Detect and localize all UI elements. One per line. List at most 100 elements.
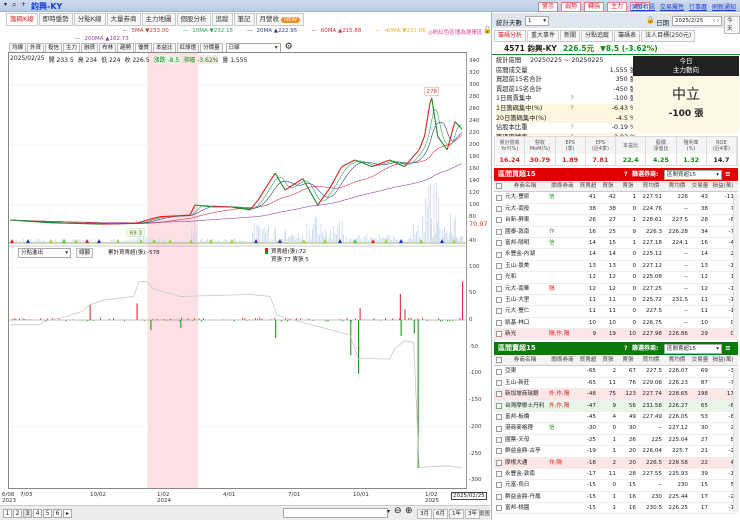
- column-header[interactable]: 賣均價: [664, 355, 690, 365]
- broker-name[interactable]: 新光: [503, 329, 547, 339]
- broker-name[interactable]: 台灣摩根士丹利: [503, 401, 547, 411]
- broker-name[interactable]: 富邦-板橋: [503, 412, 547, 422]
- table-row[interactable]: 光和12120225.08--121: [494, 272, 738, 284]
- top-link[interactable]: 行事曆: [689, 2, 707, 11]
- column-header[interactable]: 賣均價: [664, 181, 690, 191]
- row-checkbox[interactable]: [494, 366, 503, 376]
- range-button[interactable]: 3月: [417, 509, 432, 519]
- table-row[interactable]: 國泰-敦南作 16 25 9 226.3 226.28 34 -7: [494, 227, 738, 238]
- broker-name[interactable]: 亞東: [503, 366, 547, 376]
- buy-table-scrollbar[interactable]: [733, 194, 739, 336]
- row-checkbox[interactable]: [494, 412, 503, 422]
- range-button[interactable]: 3年: [465, 509, 480, 519]
- help-icon[interactable]: [558, 75, 586, 85]
- table-row[interactable]: 台灣摩根士丹利 外,作,隔 -47 9 56 231.58 226.27 65 -6: [494, 400, 738, 412]
- row-checkbox[interactable]: [494, 480, 503, 490]
- selection-band[interactable]: [147, 53, 198, 488]
- row-checkbox[interactable]: [494, 249, 503, 259]
- row-checkbox[interactable]: [494, 204, 503, 214]
- column-header[interactable]: 賣張: [618, 181, 638, 191]
- table-row[interactable]: 元大-南華隔 12 12 0 227.25 -- 12 -1: [494, 284, 738, 295]
- column-header[interactable]: 買均價: [638, 181, 664, 191]
- row-checkbox[interactable]: [494, 215, 503, 225]
- table-row[interactable]: 元大-南投38380224.76--387: [494, 204, 738, 216]
- menu-icon[interactable]: ≡: [725, 342, 731, 355]
- table-row[interactable]: 台新-屏東 26 27 1 228.61 227.5 28 -6: [494, 215, 738, 227]
- help-icon[interactable]: [558, 114, 586, 124]
- table-row[interactable]: 凱基-林口10100226.75--100: [494, 318, 738, 330]
- select-all-checkbox[interactable]: [494, 355, 503, 365]
- total-button[interactable]: 總額: [76, 248, 94, 258]
- broker-name[interactable]: 永豐金-敦南: [503, 469, 547, 479]
- table-row[interactable]: 群益金鼎-古亭 -19 1 20 226.04 225.7 21 -2: [494, 446, 738, 458]
- page-tab[interactable]: 2: [13, 509, 22, 518]
- table-row[interactable]: 新加坡商瑞銀 外,作,隔 -48 75 123 227.74 228.65 198 17: [494, 389, 738, 401]
- row-checkbox[interactable]: [494, 238, 503, 248]
- column-header[interactable]: 賣張: [618, 355, 638, 365]
- broker-name[interactable]: 元大-豐仁: [503, 306, 547, 316]
- column-header[interactable]: 損益(萬): [710, 181, 736, 191]
- symbol-input[interactable]: [283, 508, 388, 518]
- help-icon[interactable]: ?: [558, 94, 586, 104]
- page-tab[interactable]: 6: [53, 509, 62, 518]
- table-row[interactable]: 玉山-新莊 -65 11 76 229.08 226.23 87 -7: [494, 378, 738, 390]
- broker-name[interactable]: 玉山-新莊: [503, 378, 547, 388]
- today-button[interactable]: 今天: [724, 16, 740, 34]
- table-row[interactable]: 新光隔,作,隔91910227.98226.86290: [494, 329, 738, 341]
- table-row[interactable]: 永豐金-敦南 -17 11 28 227.55 225.93 39 -1: [494, 469, 738, 481]
- broker-name[interactable]: 光和: [503, 272, 547, 282]
- draw-button[interactable]: 畫圖: [479, 509, 490, 517]
- table-row[interactable]: 玉山-景美 13 13 0 227.12 -- 13 -1: [494, 261, 738, 273]
- column-header[interactable]: 損益(萬): [710, 355, 736, 365]
- sell-table-scrollbar[interactable]: [733, 368, 739, 512]
- broker-name[interactable]: 台新-屏東: [503, 215, 547, 225]
- top-link[interactable]: 刷新通知: [712, 2, 736, 11]
- right-tab-0[interactable]: 籌碼分析: [494, 30, 527, 42]
- indicator-select[interactable]: 分點進出 ▾: [18, 248, 71, 258]
- alert-button[interactable]: 弱勢: [561, 2, 582, 12]
- broker-filter-select[interactable]: 區間買超15 ▾: [664, 170, 722, 180]
- row-checkbox[interactable]: [494, 227, 503, 237]
- broker-name[interactable]: 玉山-大里: [503, 295, 547, 305]
- column-header[interactable]: 買均價: [638, 355, 664, 365]
- broker-name[interactable]: 凱基-林口: [503, 318, 547, 328]
- table-row[interactable]: 港商麥格理信-30030--227.12302: [494, 423, 738, 435]
- dropdown-icon[interactable]: ▾: [387, 508, 390, 515]
- table-row[interactable]: 富邦-陽明信 14 15 1 227.18 224.1 16 -4: [494, 238, 738, 250]
- row-checkbox[interactable]: [494, 446, 503, 456]
- table-row[interactable]: 玉山-大里 11 11 0 225.72 231.5 11 -1: [494, 295, 738, 307]
- row-checkbox[interactable]: [494, 389, 503, 399]
- table-row[interactable]: 富邦-板橋 -45 4 49 227.49 226.05 53 -8: [494, 412, 738, 424]
- column-header[interactable]: 關係券商: [547, 355, 578, 365]
- row-checkbox[interactable]: [494, 469, 503, 479]
- table-row[interactable]: 群益金鼎-丹鳳 -15 1 16 230 225.44 17 -2: [494, 492, 738, 504]
- days-select[interactable]: 1 ▾: [525, 16, 549, 26]
- zoom-in-icon[interactable]: ⊕: [405, 506, 413, 516]
- right-tab-3[interactable]: 分點追蹤: [581, 30, 614, 42]
- select-all-checkbox[interactable]: [494, 181, 503, 191]
- table-row[interactable]: 亞東 -65 2 67 227.5 226.07 69 -3: [494, 366, 738, 378]
- page-tab[interactable]: 1: [3, 509, 12, 518]
- table-row[interactable]: 摩根大通作,隔-18220226.5228.58224: [494, 457, 738, 469]
- help-icon[interactable]: [558, 66, 586, 76]
- broker-name[interactable]: 國泰-敦南: [503, 227, 547, 237]
- broker-name[interactable]: 群益金鼎-古亭: [503, 446, 547, 456]
- row-checkbox[interactable]: [494, 503, 503, 513]
- row-checkbox[interactable]: [494, 261, 503, 271]
- column-header[interactable]: 關係券商: [547, 181, 578, 191]
- right-tab-2[interactable]: 新聞: [560, 30, 581, 42]
- table-row[interactable]: 元大-豐原信 41 42 1 227.51 226 43 -11: [494, 192, 738, 204]
- column-header[interactable]: 買張: [598, 355, 618, 365]
- row-checkbox[interactable]: [494, 435, 503, 445]
- alert-button[interactable]: 警示: [538, 2, 559, 12]
- row-checkbox[interactable]: [494, 492, 503, 502]
- right-tab-5[interactable]: 法人目標(250元): [641, 30, 696, 42]
- menu-icon[interactable]: ≡: [725, 168, 731, 181]
- zoom-out-icon[interactable]: ⊖: [394, 506, 402, 516]
- broker-name[interactable]: 元大-南投: [503, 204, 547, 214]
- column-header[interactable]: 券商名稱: [503, 355, 547, 365]
- page-tab[interactable]: 4: [33, 509, 42, 518]
- row-checkbox[interactable]: [494, 306, 503, 316]
- top-link[interactable]: 交易屬性: [660, 2, 684, 11]
- right-tab-4[interactable]: 籌碼表: [614, 30, 641, 42]
